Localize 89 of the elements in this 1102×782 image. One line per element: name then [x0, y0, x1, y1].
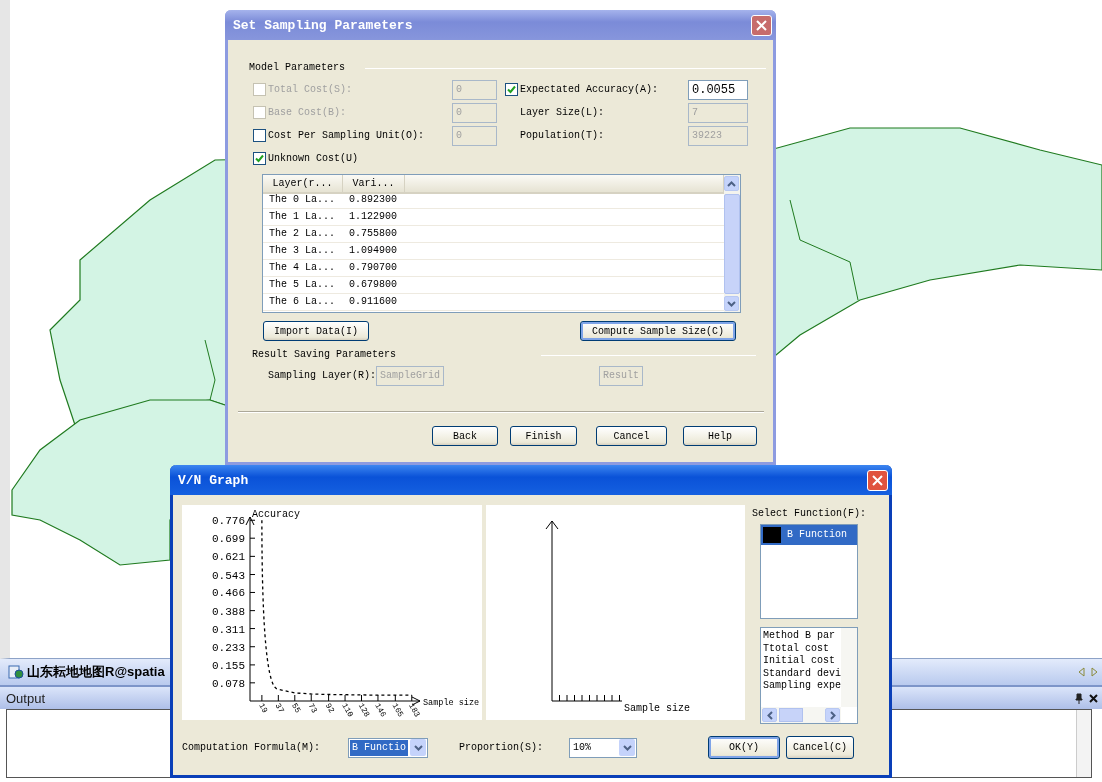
- close-icon[interactable]: [1089, 693, 1098, 703]
- info-line: Method B par: [763, 630, 836, 643]
- scrollbar[interactable]: [724, 175, 740, 312]
- table-cell: The 5 La...: [263, 277, 343, 294]
- tick-label: 0.388: [212, 605, 245, 618]
- compute-button[interactable]: Compute Sample Size(C): [580, 321, 736, 341]
- table-cell: 1.122900: [343, 209, 405, 226]
- table-cell: 0.755800: [343, 226, 405, 243]
- window-title: V/N Graph: [178, 472, 249, 488]
- checkbox[interactable]: [505, 83, 518, 96]
- checkbox[interactable]: [253, 129, 266, 142]
- arrow-down-icon: [727, 300, 736, 307]
- dialog-button[interactable]: OK(Y): [708, 736, 780, 759]
- tick-label: 0.466: [212, 587, 245, 600]
- tick-label: 0.621: [212, 551, 245, 564]
- tick-label: 73: [306, 701, 320, 715]
- dialog-button[interactable]: Back: [432, 426, 498, 446]
- close-button[interactable]: [867, 469, 888, 491]
- field-label: Sampling Layer(R):: [268, 370, 377, 382]
- checkbox-label: Cost Per Sampling Unit(O):: [268, 129, 425, 142]
- scroll-left-icon[interactable]: [1078, 667, 1085, 677]
- tick-label: 37: [273, 701, 287, 715]
- column-header[interactable]: Layer(r...: [263, 175, 343, 194]
- map-icon: [8, 665, 24, 679]
- checkbox-label: Base Cost(B):: [268, 106, 346, 119]
- document-tab[interactable]: 山东耘地地图R@spatia: [8, 663, 165, 681]
- tick-label: 0.311: [212, 623, 245, 636]
- scroll-right-icon[interactable]: [1091, 667, 1098, 677]
- formula-dropdown[interactable]: B Functio: [348, 737, 428, 758]
- field-label: Select Function(F):: [752, 508, 868, 520]
- table-cell: The 1 La...: [263, 209, 343, 226]
- field-label: Population(T):: [520, 129, 604, 142]
- input-field[interactable]: 0.0055: [688, 79, 748, 100]
- table-cell: 0.679800: [343, 277, 405, 294]
- scrollbar[interactable]: [761, 707, 841, 723]
- checkbox[interactable]: [253, 152, 266, 165]
- table-cell: 0.911600: [343, 294, 405, 311]
- arrow-right-icon: [829, 710, 836, 720]
- dialog-button[interactable]: Cancel(C): [786, 736, 854, 759]
- tick-label: 19: [257, 701, 270, 715]
- tick-label: 0.233: [212, 641, 245, 654]
- field-label: Computation Formula(M):: [182, 741, 322, 754]
- tick-label: 55: [290, 701, 303, 715]
- arrow-left-icon: [766, 710, 773, 720]
- table-cell: The 6 La...: [263, 294, 343, 311]
- table-cell: The 4 La...: [263, 260, 343, 277]
- tick-label: 0.776: [212, 515, 245, 528]
- pin-icon[interactable]: [1075, 692, 1083, 704]
- table-cell: 1.094900: [343, 243, 405, 260]
- table-cell: 0.790700: [343, 260, 405, 277]
- window-title: Set Sampling Parameters: [233, 17, 413, 33]
- field-label: Layer Size(L):: [520, 106, 604, 119]
- tick-label: 92: [323, 701, 337, 715]
- tick-label: 0.078: [212, 677, 245, 690]
- list-item[interactable]: B Function: [761, 525, 857, 545]
- table-cell: 0.892300: [343, 192, 405, 209]
- dialog-button[interactable]: Finish: [510, 426, 577, 446]
- info-line: Initial cost: [763, 655, 836, 668]
- field-label: Expectated Accuracy(A):: [520, 83, 659, 96]
- scrollbar[interactable]: [841, 628, 857, 707]
- close-icon: [756, 19, 767, 31]
- checkbox-label: Total Cost(S):: [268, 83, 352, 96]
- info-line: Standard devi: [763, 667, 841, 680]
- field-label: Proportion(S):: [459, 741, 544, 754]
- caret-icon: [622, 744, 632, 751]
- section-title: Result Saving Parameters: [252, 349, 397, 361]
- axis-title: Sample size: [624, 703, 690, 714]
- dialog-button[interactable]: Cancel: [596, 426, 667, 446]
- proportion-dropdown[interactable]: 10%: [569, 737, 637, 758]
- close-icon: [872, 474, 883, 486]
- table-cell: The 0 La...: [263, 192, 343, 209]
- checkbox-label: Unknown Cost(U): [268, 152, 358, 165]
- table-cell: The 3 La...: [263, 243, 343, 260]
- info-line: Ttotal cost: [763, 642, 830, 655]
- caret-icon: [413, 744, 423, 751]
- arrow-up-icon: [727, 180, 736, 187]
- tick-label: 0.155: [212, 659, 245, 672]
- axis-title: Sample size: [423, 698, 480, 708]
- info-line: Sampling expe: [763, 680, 841, 693]
- tick-label: 0.699: [212, 533, 245, 546]
- import-button[interactable]: Import Data(I): [263, 321, 369, 341]
- tick-label: 0.543: [212, 569, 245, 582]
- close-button[interactable]: [751, 14, 772, 36]
- dialog-button[interactable]: Help: [683, 426, 757, 446]
- section-title: Model Parameters: [249, 62, 345, 74]
- axis-title: Accuracy: [252, 509, 300, 520]
- table-cell: The 2 La...: [263, 226, 343, 243]
- column-header[interactable]: Vari...: [343, 175, 405, 194]
- panel-title: Output: [6, 690, 46, 706]
